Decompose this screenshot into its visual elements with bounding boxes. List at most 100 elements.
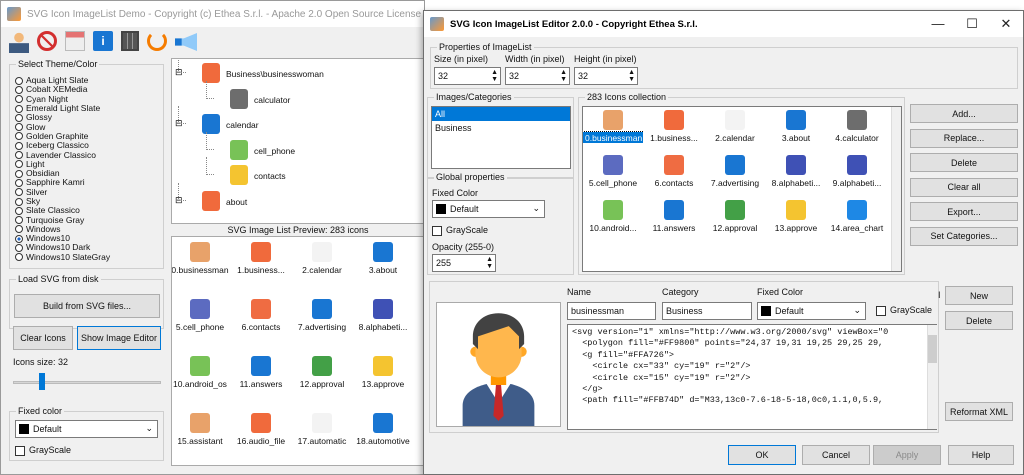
maximize-button[interactable]: ☐: [955, 11, 989, 37]
tree-node-label[interactable]: about: [226, 197, 247, 207]
collection-item[interactable]: 9.alphabeti...: [827, 155, 887, 188]
ok-button[interactable]: OK: [728, 445, 796, 465]
item-grayscale-box[interactable]: [876, 305, 886, 316]
name-input[interactable]: businessman: [567, 302, 656, 320]
collection-item[interactable]: 4.calculator: [827, 110, 887, 143]
icons-size-slider[interactable]: [13, 371, 161, 393]
collection-item[interactable]: 12.approval: [705, 200, 765, 233]
radio-button[interactable]: [15, 197, 23, 206]
preview-item[interactable]: 15.assistant: [172, 413, 230, 446]
preview-item[interactable]: 2.calendar: [292, 242, 352, 275]
show-image-editor-button[interactable]: Show Image Editor: [77, 326, 161, 350]
forbidden-icon[interactable]: [37, 31, 57, 51]
cancel-button[interactable]: Cancel: [802, 445, 870, 465]
item-fixed-color-select[interactable]: Default ⌄: [757, 302, 866, 320]
preview-item[interactable]: 5.cell_phone: [172, 299, 230, 332]
radio-button[interactable]: [15, 225, 23, 234]
global-grayscale-box[interactable]: [432, 225, 442, 236]
spin-icon[interactable]: ▲ ▼: [560, 69, 567, 83]
icons-tree-view[interactable]: ⊟ Business\businesswoman calculator ⊟ calend…: [171, 58, 425, 224]
tree-node-label[interactable]: contacts: [254, 171, 286, 181]
radio-button[interactable]: [15, 123, 23, 132]
theme-option[interactable]: Iceberg Classico: [15, 141, 110, 150]
collection-item[interactable]: 14.area_chart: [827, 200, 887, 233]
preview-item[interactable]: 12.approval: [292, 356, 352, 389]
height-input[interactable]: 32 ▲ ▼: [574, 67, 638, 85]
close-button[interactable]: ✕: [989, 11, 1023, 37]
minimize-button[interactable]: —: [921, 11, 955, 37]
icons-collection[interactable]: 0.businessman 1.business... 2.calendar 3.ab…: [582, 106, 902, 272]
spin-icon[interactable]: ▲ ▼: [628, 69, 635, 83]
collection-action-button[interactable]: Export...: [910, 202, 1018, 221]
clear-icons-button[interactable]: Clear Icons: [13, 326, 73, 350]
radio-button[interactable]: [15, 234, 23, 243]
global-grayscale-checkbox[interactable]: GrayScale: [432, 225, 488, 236]
tree-node-label[interactable]: cell_phone: [254, 146, 295, 156]
tree-node-label[interactable]: calculator: [254, 95, 290, 105]
grayscale-box[interactable]: [15, 445, 25, 456]
width-input[interactable]: 32 ▲ ▼: [505, 67, 570, 85]
collection-item[interactable]: 3.about: [766, 110, 826, 143]
scroll-thumb[interactable]: [928, 335, 937, 363]
radio-button[interactable]: [15, 151, 23, 160]
radio-button[interactable]: [15, 243, 23, 252]
user-icon[interactable]: [9, 31, 29, 53]
radio-button[interactable]: [15, 104, 23, 113]
preview-item[interactable]: 1.business...: [231, 242, 291, 275]
collection-item[interactable]: 5.cell_phone: [583, 155, 643, 188]
tree-node-label[interactable]: calendar: [226, 120, 259, 130]
preview-item[interactable]: 11.answers: [231, 356, 291, 389]
grayscale-checkbox[interactable]: GrayScale: [15, 445, 71, 456]
reformat-xml-button[interactable]: Reformat XML: [945, 402, 1013, 421]
apply-button[interactable]: Apply: [873, 445, 941, 465]
tree-node-label[interactable]: Business\businesswoman: [226, 69, 324, 79]
collection-item[interactable]: 7.advertising: [705, 155, 765, 188]
new-button[interactable]: New: [945, 286, 1013, 305]
code-scrollbar[interactable]: [927, 325, 937, 429]
collection-item[interactable]: 13.approve: [766, 200, 826, 233]
preview-item[interactable]: 10.android_os: [172, 356, 230, 389]
collection-item[interactable]: 6.contacts: [644, 155, 704, 188]
preview-list[interactable]: 0.businessman 1.business... 2.calendar 3.ab…: [171, 236, 425, 466]
spin-icon[interactable]: ▲ ▼: [486, 256, 493, 270]
category-item[interactable]: Business: [432, 121, 570, 135]
size-input[interactable]: 32 ▲ ▼: [434, 67, 501, 85]
item-grayscale-checkbox[interactable]: GrayScale: [876, 305, 932, 316]
radio-button[interactable]: [15, 113, 23, 122]
radio-button[interactable]: [15, 95, 23, 104]
calculator-icon[interactable]: [121, 31, 139, 51]
opacity-input[interactable]: 255 ▲ ▼: [432, 254, 496, 272]
preview-item[interactable]: 18.automotive: [353, 413, 413, 446]
help-button[interactable]: Help: [948, 445, 1014, 465]
preview-item[interactable]: 17.automatic: [292, 413, 352, 446]
radio-button[interactable]: [15, 169, 23, 178]
radio-button[interactable]: [15, 188, 23, 197]
svg-code-editor[interactable]: <svg version="1" xmlns="http://www.w3.or…: [567, 324, 937, 430]
collection-action-button[interactable]: Add...: [910, 104, 1018, 123]
demo-title-bar[interactable]: SVG Icon ImageList Demo - Copyright (c) …: [1, 1, 424, 27]
calendar-icon[interactable]: [65, 31, 85, 51]
collection-action-button[interactable]: Set Categories...: [910, 226, 1018, 246]
build-from-svg-button[interactable]: Build from SVG files...: [14, 294, 160, 318]
radio-button[interactable]: [15, 85, 23, 94]
refresh-icon[interactable]: [147, 31, 167, 51]
delete-item-button[interactable]: Delete: [945, 311, 1013, 330]
radio-button[interactable]: [15, 206, 23, 215]
radio-button[interactable]: [15, 132, 23, 141]
radio-button[interactable]: [15, 253, 23, 262]
radio-button[interactable]: [15, 160, 23, 169]
collection-item[interactable]: 8.alphabeti...: [766, 155, 826, 188]
preview-item[interactable]: 6.contacts: [231, 299, 291, 332]
theme-option[interactable]: Windows10 SlateGray: [15, 252, 110, 262]
global-fixed-color-select[interactable]: Default ⌄: [432, 200, 545, 218]
category-input[interactable]: Business: [662, 302, 752, 320]
preview-item[interactable]: 16.audio_file: [231, 413, 291, 446]
info-icon[interactable]: i: [93, 31, 113, 51]
collection-action-button[interactable]: Clear all: [910, 177, 1018, 197]
collection-scrollbar[interactable]: [891, 107, 901, 271]
preview-item[interactable]: 3.about: [353, 242, 413, 275]
preview-item[interactable]: 8.alphabeti...: [353, 299, 413, 332]
radio-button[interactable]: [15, 76, 23, 85]
radio-button[interactable]: [15, 141, 23, 150]
collection-item[interactable]: 0.businessman: [583, 110, 643, 143]
